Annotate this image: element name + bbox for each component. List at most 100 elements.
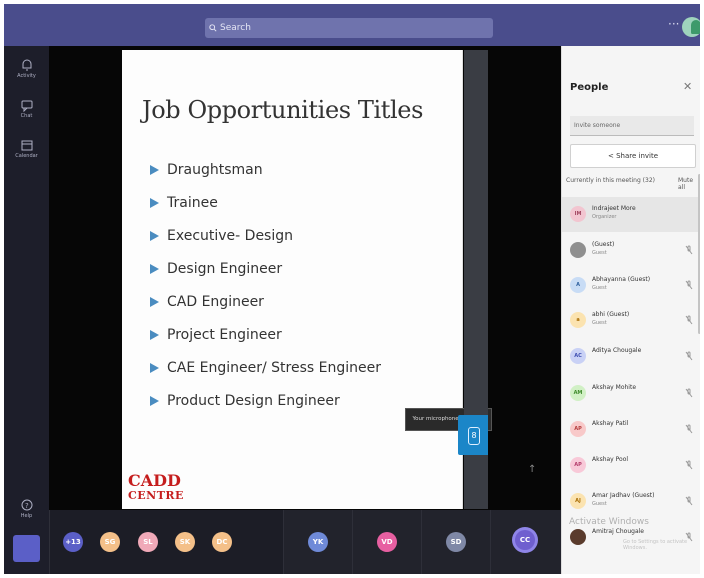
participant-tile[interactable]: CC <box>490 510 562 574</box>
job-item: Trainee <box>150 195 218 211</box>
participant-tile[interactable]: SD <box>421 510 490 574</box>
rail-label: Activity <box>17 73 36 79</box>
participant-role: Guest <box>592 501 607 507</box>
avatar: VD <box>377 532 397 552</box>
participant-name: Abhayanna (Guest) <box>592 276 651 283</box>
share-invite-button[interactable]: < Share invite <box>570 144 696 168</box>
avatar: +13 <box>63 532 83 552</box>
meeting-stage: Job Opportunities Titles Draughtsman Tra… <box>49 46 562 574</box>
avatar <box>570 529 586 545</box>
avatar: AC <box>570 348 586 364</box>
participant-tile[interactable]: VD <box>352 510 421 574</box>
participant-row[interactable]: AM Akshay Mohite <box>562 376 700 411</box>
arrow-bullet-icon <box>150 396 159 406</box>
job-item: CAD Engineer <box>150 294 264 310</box>
arrow-bullet-icon <box>150 264 159 274</box>
rail-item-chat[interactable]: Chat <box>4 98 49 120</box>
job-item: Executive- Design <box>150 228 293 244</box>
participant-row[interactable]: a abhi (Guest) Guest <box>562 303 700 338</box>
rail-item-activity[interactable]: Activity <box>4 58 49 80</box>
arrow-bullet-icon <box>150 231 159 241</box>
participant-name: abhi (Guest) <box>592 311 630 318</box>
teams-window: Search ··· Activity Chat Calendar ? Help… <box>4 4 700 574</box>
participant-row[interactable]: (Guest) Guest <box>562 233 700 268</box>
participant-row[interactable]: AJ Amar Jadhav (Guest) Guest <box>562 484 700 519</box>
rail-label: Help <box>20 513 33 519</box>
slide-title: Job Opportunities Titles <box>142 96 424 124</box>
avatar: AM <box>570 385 586 401</box>
avatar: a <box>570 312 586 328</box>
mic-muted-icon <box>685 424 693 434</box>
participant-row[interactable]: A Abhayanna (Guest) Guest <box>562 268 700 303</box>
search-icon <box>209 24 217 32</box>
avatar: SL <box>138 532 158 552</box>
participant-name: Indrajeet More <box>592 205 636 212</box>
avatar: DC <box>212 532 232 552</box>
participant-tile[interactable]: YK <box>283 510 352 574</box>
panel-title: People <box>570 82 609 93</box>
count-badge: 8 <box>468 427 480 445</box>
participant-row[interactable]: IM Indrajeet More Organizer <box>562 197 700 232</box>
mic-muted-icon <box>685 460 693 470</box>
participant-role: Guest <box>592 250 607 256</box>
participant-row[interactable]: AP Akshay Pool <box>562 448 700 483</box>
download-app-button[interactable] <box>13 535 40 562</box>
mic-muted-icon <box>685 351 693 361</box>
participant-row[interactable]: AP Akshay Patil <box>562 412 700 447</box>
cursor-icon: ↑ <box>528 464 537 475</box>
participant-name: Aditya Chougale <box>592 347 642 354</box>
invite-input[interactable]: Invite someone <box>570 116 694 136</box>
arrow-bullet-icon <box>150 363 159 373</box>
rail-label: Chat <box>20 113 33 119</box>
activate-windows-subtext: Go to Settings to activate Windows. <box>623 539 688 551</box>
search-box[interactable]: Search <box>205 18 493 38</box>
avatar: SK <box>175 532 195 552</box>
shared-slide: Job Opportunities Titles Draughtsman Tra… <box>122 50 536 509</box>
rail-label: Calendar <box>15 153 38 159</box>
top-bar: Search ··· <box>4 4 700 46</box>
participant-strip: +13 SG SL SK DC YK VD SD CC <box>49 510 562 574</box>
participant-role: Guest <box>592 285 607 291</box>
arrow-bullet-icon <box>150 330 159 340</box>
arrow-bullet-icon <box>150 198 159 208</box>
avatar: IM <box>570 206 586 222</box>
people-scrollbar[interactable] <box>698 174 700 334</box>
participant-name: (Guest) <box>592 241 615 248</box>
hand-raise-count-button[interactable]: 8 <box>458 415 488 455</box>
participant-name: Amar Jadhav (Guest) <box>592 492 655 499</box>
calendar-icon <box>21 140 32 151</box>
mute-all-button[interactable]: Mute all <box>678 177 700 191</box>
app-rail: Activity Chat Calendar ? Help <box>4 46 49 574</box>
bell-icon <box>22 59 31 71</box>
mic-muted-icon <box>685 245 693 255</box>
profile-avatar[interactable] <box>682 17 700 37</box>
participant-role: Organizer <box>592 214 617 220</box>
participant-role: Guest <box>592 320 607 326</box>
mic-muted-icon <box>685 496 693 506</box>
participant-name: Amitraj Chougale <box>592 528 644 535</box>
avatar: AP <box>570 457 586 473</box>
search-placeholder: Search <box>220 23 251 33</box>
close-icon[interactable]: ✕ <box>683 80 692 93</box>
help-icon: ? <box>21 499 32 511</box>
job-item: Product Design Engineer <box>150 393 340 409</box>
job-item: Draughtsman <box>150 162 263 178</box>
avatar: YK <box>308 532 328 552</box>
chat-icon <box>21 100 32 112</box>
rail-item-calendar[interactable]: Calendar <box>4 138 49 160</box>
gutter-text <box>470 200 480 260</box>
mic-muted-icon <box>685 388 693 398</box>
svg-text:?: ? <box>25 502 29 510</box>
more-options-button[interactable]: ··· <box>668 17 679 31</box>
mic-muted-icon <box>685 315 693 325</box>
meeting-section-header[interactable]: Currently in this meeting (32) <box>566 177 655 184</box>
arrow-bullet-icon <box>150 297 159 307</box>
share-icon: < <box>607 152 614 160</box>
participant-row[interactable]: AC Aditya Chougale <box>562 339 700 374</box>
avatar <box>570 242 586 258</box>
participant-group-tile[interactable]: +13 SG SL SK DC <box>49 510 283 574</box>
rail-item-help[interactable]: ? Help <box>4 498 49 520</box>
people-panel: People ✕ Invite someone < Share invite C… <box>561 46 700 574</box>
activate-windows-watermark: Activate Windows <box>569 517 649 527</box>
avatar: SD <box>446 532 466 552</box>
